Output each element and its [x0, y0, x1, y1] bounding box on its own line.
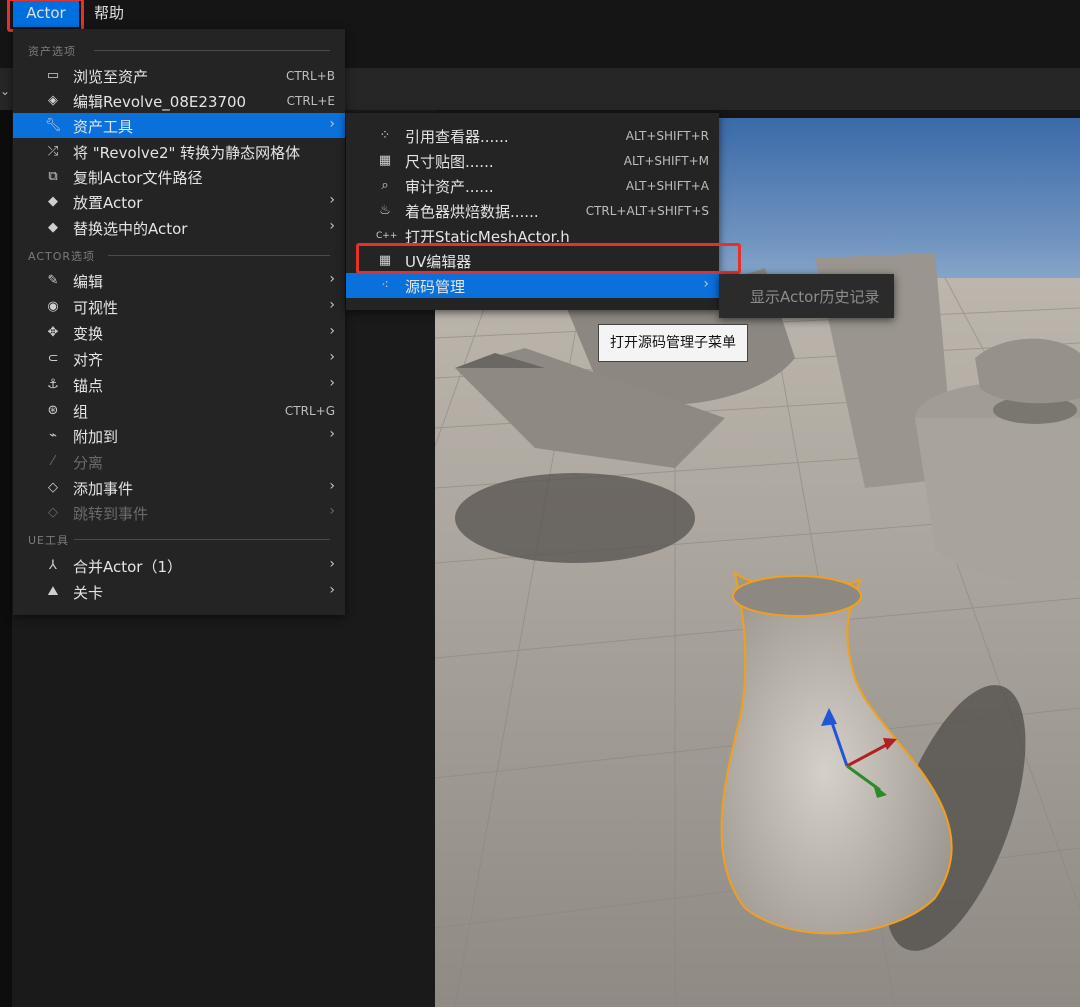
submenu-item-size-map[interactable]: ▦ 尺寸贴图...... ALT+SHIFT+M	[346, 148, 719, 173]
transform-icon: ✥	[47, 325, 59, 340]
event-icon: ◇	[48, 480, 58, 495]
chevron-down-icon[interactable]: ⌄	[0, 84, 10, 98]
chevron-right-icon: ›	[329, 426, 335, 442]
menu-item-place-actor[interactable]: ◆ 放置Actor ›	[13, 189, 345, 214]
actor-menu: 资产选项 ACTOR选项 UE工具 ▭ 浏览至资产 CTRL+B ◈ 编辑Rev…	[13, 29, 345, 615]
submenu-item-source-control[interactable]: ⁖ 源码管理 ›	[346, 273, 719, 298]
menu-item-jump-to-event: ◇ 跳转到事件 ›	[13, 500, 345, 525]
size-map-icon: ▦	[378, 153, 392, 168]
pivot-icon: ⚓︎	[47, 377, 59, 392]
detach-icon: ⁄	[51, 454, 55, 469]
source-control-icon: ⁖	[381, 278, 389, 293]
eye-icon: ◉	[47, 299, 59, 314]
chevron-right-icon: ›	[329, 271, 335, 287]
menu-item-transform[interactable]: ✥ 变换 ›	[13, 320, 345, 345]
reference-viewer-icon: ⁘	[379, 128, 391, 143]
snap-icon: ⊂	[47, 351, 59, 366]
menu-help[interactable]: 帮助	[94, 0, 124, 27]
jump-event-icon: ◇	[48, 505, 58, 520]
menu-item-edit[interactable]: ✎ 编辑 ›	[13, 268, 345, 293]
folder-browse-icon: ▭	[46, 68, 60, 83]
menu-item-edit-revolve[interactable]: ◈ 编辑Revolve_08E23700 CTRL+E	[13, 88, 345, 113]
chevron-right-icon: ›	[329, 218, 335, 234]
menu-item-asset-tools[interactable]: 🔧︎ 资产工具 ›	[13, 113, 345, 138]
submenu-item-audit-assets[interactable]: ⌕ 审计资产...... ALT+SHIFT+A	[346, 173, 719, 198]
submenu-item-reference-viewer[interactable]: ⁘ 引用查看器...... ALT+SHIFT+R	[346, 123, 719, 148]
level-icon: ⛰︎	[47, 584, 59, 599]
chevron-right-icon: ›	[329, 478, 335, 494]
place-actor-icon: ◆	[48, 194, 58, 209]
tooltip: 打开源码管理子菜单	[598, 324, 748, 362]
menu-item-visibility[interactable]: ◉ 可视性 ›	[13, 294, 345, 319]
cube-edit-icon: ◈	[48, 93, 58, 108]
highlight-box-uv-editor	[356, 243, 741, 274]
menu-item-attach-to[interactable]: ⌁ 附加到 ›	[13, 423, 345, 448]
convert-icon: ⤮	[47, 144, 59, 159]
menu-item-copy-actor-path[interactable]: ⧉ 复制Actor文件路径	[13, 164, 345, 189]
left-gutter	[0, 110, 12, 1007]
chevron-right-icon: ›	[329, 323, 335, 339]
menu-bar: Actor 帮助	[0, 0, 1080, 27]
menu-item-browse-to-asset[interactable]: ▭ 浏览至资产 CTRL+B	[13, 63, 345, 88]
copy-path-icon: ⧉	[48, 169, 58, 184]
chevron-right-icon: ›	[329, 375, 335, 391]
chevron-right-icon: ›	[703, 276, 709, 292]
menu-item-snap[interactable]: ⊂ 对齐 ›	[13, 346, 345, 371]
chevron-right-icon: ›	[329, 582, 335, 598]
section-actor-options: ACTOR选项	[28, 248, 330, 264]
menu-item-merge-actors[interactable]: ⅄ 合并Actor（1） ›	[13, 553, 345, 578]
submenu-item-shader-cook-data[interactable]: ♨ 着色器烘焙数据...... CTRL+ALT+SHIFT+S	[346, 198, 719, 223]
menu-item-add-event[interactable]: ◇ 添加事件 ›	[13, 475, 345, 500]
wrench-icon: 🔧︎	[44, 118, 62, 133]
highlight-box-actor-menu	[7, 0, 84, 32]
pencil-icon: ✎	[47, 273, 59, 288]
chevron-right-icon: ›	[329, 192, 335, 208]
menu-item-pivot[interactable]: ⚓︎ 锚点 ›	[13, 372, 345, 397]
shader-icon: ♨	[379, 203, 391, 218]
asset-tools-submenu: ⁘ 引用查看器...... ALT+SHIFT+R ▦ 尺寸贴图...... A…	[346, 113, 719, 310]
chevron-right-icon: ›	[329, 116, 335, 132]
menu-item-show-actor-history[interactable]: 显示Actor历史记录	[750, 286, 879, 307]
merge-icon: ⅄	[49, 558, 57, 573]
audit-icon: ⌕	[381, 178, 389, 193]
chevron-right-icon: ›	[329, 556, 335, 572]
chevron-right-icon: ›	[329, 297, 335, 313]
section-asset-options: 资产选项	[28, 43, 330, 59]
menu-item-replace-actor[interactable]: ◆ 替换选中的Actor ›	[13, 215, 345, 240]
menu-item-group[interactable]: ⊛ 组 CTRL+G	[13, 398, 345, 423]
chevron-right-icon: ›	[329, 503, 335, 519]
group-icon: ⊛	[47, 403, 59, 418]
chevron-right-icon: ›	[329, 349, 335, 365]
menu-item-convert-static-mesh[interactable]: ⤮ 将 "Revolve2" 转换为静态网格体	[13, 139, 345, 164]
source-control-submenu: 显示Actor历史记录	[719, 274, 894, 318]
menu-item-level[interactable]: ⛰︎ 关卡 ›	[13, 579, 345, 604]
section-ue-tools: UE工具	[28, 532, 330, 548]
menu-item-detach: ⁄ 分离	[13, 449, 345, 474]
attach-icon: ⌁	[49, 428, 57, 443]
replace-actor-icon: ◆	[48, 220, 58, 235]
